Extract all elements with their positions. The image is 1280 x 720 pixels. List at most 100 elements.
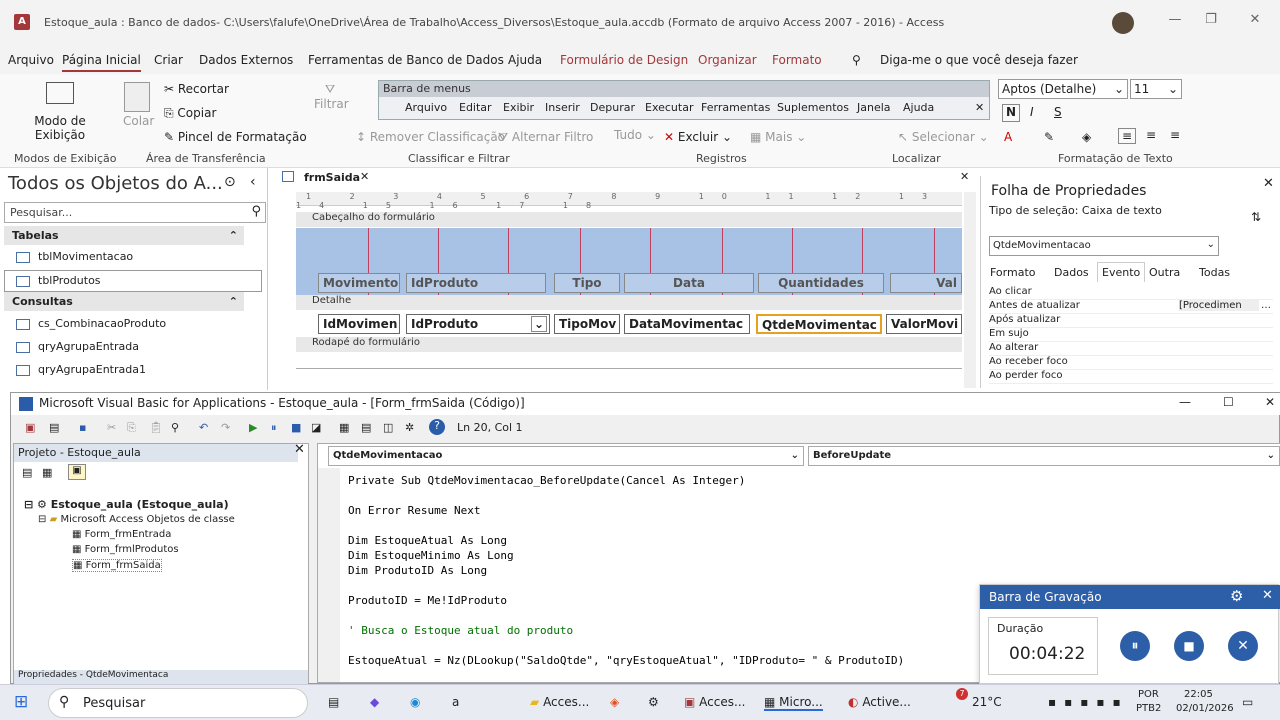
field-idmovimento[interactable]: IdMovimen — [318, 314, 400, 334]
prop-row-antes-atualizar[interactable]: Antes de atualizar [Procedimen… — [989, 300, 1273, 314]
font-name-select[interactable]: Aptos (Detalhe) ⌄ — [998, 79, 1128, 99]
code-line[interactable]: Dim EstoqueMinimo As Long — [348, 549, 514, 562]
start-icon[interactable]: ⊞ — [14, 692, 28, 712]
input-language[interactable]: POR — [1138, 689, 1159, 700]
code-comment-line[interactable]: ' Busca o Estoque atual do produto — [348, 624, 573, 637]
control-selector[interactable]: QtdeMovimentacao ⌄ — [989, 236, 1219, 256]
taskbar-app-explorer[interactable]: ▰ Acces... — [530, 695, 589, 709]
view-access-icon[interactable]: ▣ — [25, 421, 35, 434]
close-icon[interactable]: ✕ — [1240, 12, 1270, 32]
vba-menu-suplementos[interactable]: Suplementos — [777, 101, 849, 114]
undo-icon[interactable]: ↶ — [199, 421, 208, 434]
builder-icon[interactable]: … — [1261, 300, 1271, 311]
code-line[interactable]: Dim ProdutoID As Long — [348, 564, 487, 577]
tab-ferramentas-bd[interactable]: Ferramentas de Banco de Dados — [308, 53, 504, 67]
field-datamovimentacao[interactable]: DataMovimentac — [624, 314, 750, 334]
align-right-icon[interactable]: ≡ — [1170, 128, 1180, 142]
bold-button[interactable]: N — [1002, 104, 1020, 122]
form-header-section[interactable]: Movimento IdProduto Tipo Data Quantidade… — [296, 228, 962, 296]
vba-close-icon[interactable]: ✕ — [1265, 395, 1275, 409]
run-icon[interactable]: ▶ — [249, 421, 257, 434]
property-sheet-close-icon[interactable]: ✕ — [1263, 176, 1274, 191]
nav-section-tabelas[interactable]: Tabelas ⌃ — [4, 226, 244, 245]
reset-icon[interactable]: ■ — [291, 421, 301, 434]
edge-icon[interactable]: ◉ — [410, 695, 420, 709]
clock-time[interactable]: 22:05 — [1184, 689, 1213, 700]
tree-folder-access-objects[interactable]: ⊟ ▰ Microsoft Access Objetos de classe — [38, 514, 235, 525]
font-color-icon[interactable]: A — [1004, 130, 1012, 144]
brave-icon[interactable]: ◈ — [610, 695, 619, 709]
object-browser-icon[interactable]: ◫ — [383, 421, 393, 434]
nav-dropdown-icon[interactable]: ⊙ — [224, 174, 236, 190]
tab-organizar[interactable]: Organizar — [698, 53, 757, 67]
view-button[interactable]: Modo de Exibição — [30, 114, 90, 142]
project-explorer-icon[interactable]: ▦ — [339, 421, 349, 434]
minimize-icon[interactable]: — — [1160, 12, 1190, 32]
prop-row-ao-perder-foco[interactable]: Ao perder foco — [989, 370, 1273, 384]
tab-formulario-design[interactable]: Formulário de Design — [560, 53, 688, 67]
save-icon[interactable]: ▪ — [79, 421, 86, 434]
vba-menubar-toolbar[interactable]: Barra de menus Arquivo Editar Exibir Ins… — [378, 80, 990, 120]
toggle-filter-button[interactable]: ⛛ Alternar Filtro — [498, 130, 593, 145]
tab-dados-externos[interactable]: Dados Externos — [199, 53, 293, 67]
vba-menu-depurar[interactable]: Depurar — [590, 101, 635, 114]
weather-temperature[interactable]: 21°C — [972, 695, 1002, 709]
form-document-tab[interactable]: frmSaida ✕ ✕ — [278, 168, 978, 188]
font-size-select[interactable]: 11 ⌄ — [1130, 79, 1182, 99]
field-valormovimentacao[interactable]: ValorMovi — [886, 314, 962, 334]
project-explorer-close-icon[interactable]: ✕ — [294, 442, 305, 457]
align-center-icon[interactable]: ≡ — [1146, 128, 1156, 142]
insert-icon[interactable]: ▤ — [49, 421, 59, 434]
nav-item-qryagrupaentrada[interactable]: qryAgrupaEntrada — [16, 340, 139, 353]
header-label-tipo[interactable]: Tipo — [554, 273, 620, 293]
header-label-idproduto[interactable]: IdProduto — [406, 273, 546, 293]
field-idproduto[interactable]: IdProduto ⌄ — [406, 314, 550, 334]
nav-item-tblmovimentacao[interactable]: tblMovimentacao — [16, 250, 133, 263]
vba-menu-editar[interactable]: Editar — [459, 101, 492, 114]
pause-button[interactable]: ⏸ — [1120, 631, 1150, 661]
code-line[interactable]: Dim EstoqueAtual As Long — [348, 534, 507, 547]
nav-item-qryagrupaentrada1[interactable]: qryAgrupaEntrada1 — [16, 363, 146, 376]
prop-tab-dados[interactable]: Dados — [1054, 266, 1089, 279]
nav-item-cs-combinacaoproduto[interactable]: cs_CombinacaoProduto — [16, 317, 166, 330]
vba-menu-executar[interactable]: Executar — [645, 101, 694, 114]
prop-tab-evento[interactable]: Evento — [1097, 262, 1146, 282]
code-line[interactable]: Private Sub QtdeMovimentacao_BeforeUpdat… — [348, 474, 745, 487]
delete-button[interactable]: ✕ Excluir ⌄ — [664, 130, 732, 144]
keyboard-layout[interactable]: PTB2 — [1136, 703, 1161, 714]
paste-button[interactable]: Colar — [123, 114, 154, 128]
taskbar-search[interactable]: ⚲ Pesquisar — [48, 688, 308, 718]
tree-project[interactable]: ⊟ ⚙ Estoque_aula (Estoque_aula) — [24, 498, 229, 511]
object-combo[interactable]: QtdeMovimentacao ⌄ — [328, 446, 804, 466]
notification-icon[interactable]: ▭ — [1242, 695, 1253, 709]
vba-menu-arquivo[interactable]: Arquivo — [405, 101, 447, 114]
procedure-combo[interactable]: BeforeUpdate ⌄ — [808, 446, 1280, 466]
menubar-close-icon[interactable]: ✕ — [975, 101, 984, 114]
settings-icon[interactable]: ⚙ — [648, 695, 659, 709]
tree-form-frmlprodutos[interactable]: ▦ Form_frmlProdutos — [72, 544, 179, 555]
nav-title[interactable]: Todos os Objetos do A... — [8, 173, 223, 194]
cut-icon[interactable]: ✂ — [107, 421, 116, 434]
tab-criar[interactable]: Criar — [154, 53, 183, 67]
italic-button[interactable]: I — [1030, 105, 1034, 119]
properties-icon[interactable]: ▤ — [361, 421, 371, 434]
prop-row-ao-alterar[interactable]: Ao alterar — [989, 342, 1273, 356]
copy-button[interactable]: ⎘ Copiar — [164, 106, 216, 121]
copilot-icon[interactable]: ◆ — [370, 695, 379, 709]
nav-collapse-icon[interactable]: ‹ — [250, 174, 256, 190]
view-icon[interactable] — [46, 82, 74, 104]
code-line[interactable]: ProdutoID = Me!IdProduto — [348, 594, 507, 607]
format-painter-button[interactable]: ✎ Pincel de Formatação — [164, 130, 307, 144]
detail-section[interactable]: IdMovimen IdProduto ⌄ TipoMov DataMovimen… — [296, 310, 962, 336]
copy-icon[interactable]: ⎘ — [127, 421, 136, 435]
taskbar-app-active[interactable]: ◐ Active... — [848, 695, 911, 709]
view-code-icon[interactable]: ▤ — [22, 466, 32, 479]
find-icon[interactable]: ⚲ — [171, 421, 179, 434]
restore-icon[interactable]: ❐ — [1196, 12, 1226, 32]
vba-menu-exibir[interactable]: Exibir — [503, 101, 534, 114]
select-button[interactable]: ↖ Selecionar ⌄ — [898, 130, 989, 144]
taskbar-app-vba[interactable]: ▦ Micro... — [764, 695, 823, 711]
prop-tab-formato[interactable]: Formato — [990, 266, 1036, 279]
break-icon[interactable]: ⏸ — [271, 421, 277, 435]
tell-me-box[interactable]: Diga-me o que você deseja fazer — [880, 53, 1078, 67]
